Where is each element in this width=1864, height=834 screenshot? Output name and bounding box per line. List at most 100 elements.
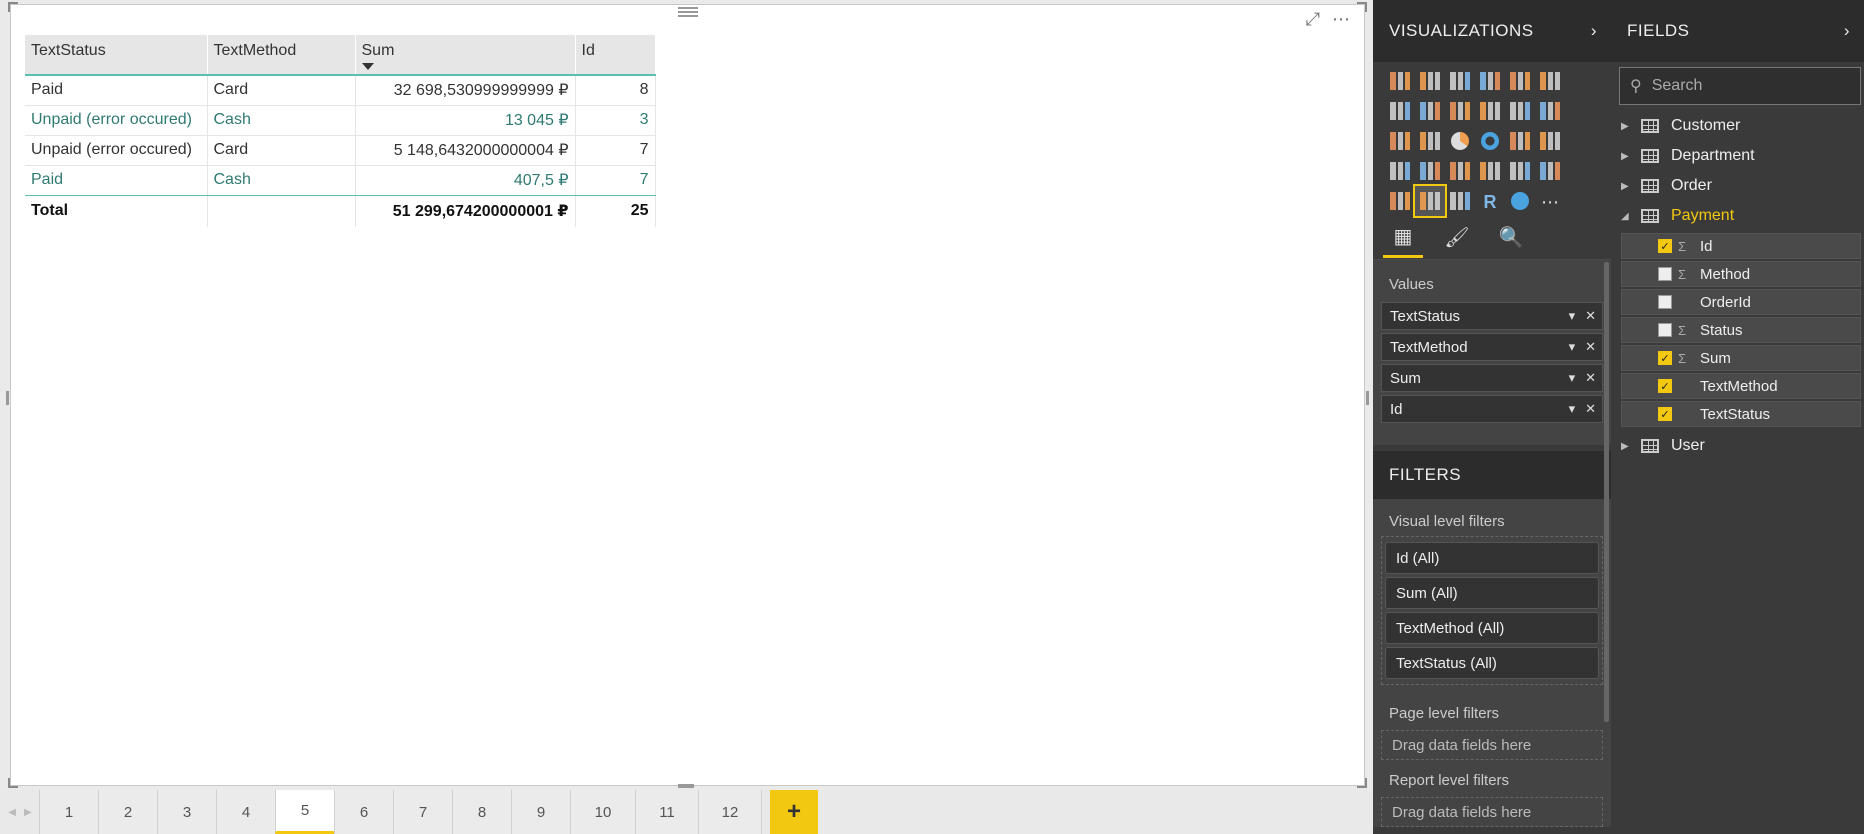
collapse-icon[interactable]: ◢	[1621, 211, 1635, 222]
page-tab[interactable]: 6	[334, 790, 394, 834]
field-item[interactable]: ✓ TextStatus	[1621, 401, 1861, 427]
scatter-icon[interactable]	[1415, 126, 1445, 156]
line-clustered-icon[interactable]	[1505, 96, 1535, 126]
checked-checkbox-icon[interactable]: ✓	[1658, 407, 1672, 421]
matrix-icon[interactable]	[1445, 186, 1475, 216]
map-icon[interactable]	[1535, 126, 1565, 156]
stacked-column-icon[interactable]	[1415, 66, 1445, 96]
close-icon[interactable]: ✕	[1585, 308, 1596, 324]
checked-checkbox-icon[interactable]: ✓	[1658, 239, 1672, 253]
page-tab[interactable]: 11	[635, 790, 699, 834]
chevron-right-icon[interactable]: ›	[1844, 21, 1850, 41]
stacked-bar-icon[interactable]	[1385, 66, 1415, 96]
expand-icon[interactable]: ▶	[1621, 121, 1635, 132]
filter-chip[interactable]: Sum (All)	[1385, 577, 1599, 609]
page-tab[interactable]: 9	[511, 790, 571, 834]
treemap-icon[interactable]	[1505, 126, 1535, 156]
expand-icon[interactable]: ▶	[1621, 151, 1635, 162]
table-row[interactable]: Paid Card 32 698,530999999999 ₽ 8	[25, 75, 656, 106]
analytics-magnifier-icon[interactable]: 🔍	[1491, 218, 1531, 258]
page-tab[interactable]: 7	[393, 790, 453, 834]
checkbox[interactable]	[1658, 323, 1672, 337]
resize-handle[interactable]	[8, 2, 18, 12]
field-item[interactable]: ✓ TextMethod	[1621, 373, 1861, 399]
page-tab[interactable]: 4	[216, 790, 276, 834]
close-icon[interactable]: ✕	[1585, 370, 1596, 386]
table-icon[interactable]	[1413, 184, 1447, 218]
checked-checkbox-icon[interactable]: ✓	[1658, 351, 1672, 365]
page-tab[interactable]: 8	[452, 790, 512, 834]
donut-icon[interactable]	[1475, 126, 1505, 156]
page-tab[interactable]: 1	[39, 790, 99, 834]
stacked-area-icon[interactable]	[1445, 96, 1475, 126]
chevron-right-icon[interactable]: ›	[1591, 21, 1597, 41]
fields-tab-icon[interactable]: ▦	[1383, 218, 1423, 258]
chevron-down-icon[interactable]: ▾	[1569, 401, 1576, 417]
waterfall-icon[interactable]	[1385, 126, 1415, 156]
globe-icon[interactable]	[1505, 186, 1535, 216]
r-script-icon[interactable]: R	[1475, 186, 1505, 216]
chevron-down-icon[interactable]: ▾	[1569, 370, 1576, 386]
filter-chip[interactable]: TextMethod (All)	[1385, 612, 1599, 644]
drag-grip[interactable]	[678, 7, 698, 9]
more-icon[interactable]: ⋯	[1535, 186, 1565, 216]
table-node-order[interactable]: ▶ Order	[1621, 171, 1864, 201]
table-node-user[interactable]: ▶ User	[1621, 431, 1864, 461]
field-item[interactable]: ✓ Σ Sum	[1621, 345, 1861, 371]
clustered-column-icon[interactable]	[1475, 66, 1505, 96]
card-icon[interactable]	[1475, 156, 1505, 186]
line-icon[interactable]	[1385, 96, 1415, 126]
table-node-customer[interactable]: ▶ Customer	[1621, 111, 1864, 141]
column-header[interactable]: TextMethod	[207, 35, 356, 76]
page-filter-dropzone[interactable]: Drag data fields here	[1381, 730, 1603, 760]
field-item[interactable]: ✓ Σ Id	[1621, 233, 1861, 259]
filled-map-icon[interactable]	[1385, 156, 1415, 186]
tab-scroll[interactable]: ◀ ▶	[0, 790, 40, 834]
side-handle[interactable]	[6, 391, 9, 405]
line-column-icon[interactable]	[1475, 96, 1505, 126]
filter-chip[interactable]: Id (All)	[1385, 542, 1599, 574]
expand-icon[interactable]: ▶	[1621, 181, 1635, 192]
page-tab[interactable]: 10	[570, 790, 636, 834]
gauge-icon[interactable]	[1445, 156, 1475, 186]
page-tab-active[interactable]: 5	[275, 790, 335, 834]
report-page[interactable]: ⤢ ⋯ TextStatus TextMethod Sum Id Paid Ca…	[6, 2, 1369, 788]
chevron-down-icon[interactable]: ▾	[1569, 339, 1576, 355]
chevron-right-icon[interactable]: ▶	[24, 807, 32, 818]
clustered-bar-icon[interactable]	[1445, 66, 1475, 96]
field-item[interactable]: Σ Method	[1621, 261, 1861, 287]
ribbon-icon[interactable]	[1535, 96, 1565, 126]
100-column-icon[interactable]	[1535, 66, 1565, 96]
funnel-icon[interactable]	[1415, 156, 1445, 186]
side-handle[interactable]	[678, 784, 694, 788]
table-node-department[interactable]: ▶ Department	[1621, 141, 1864, 171]
chevron-left-icon[interactable]: ◀	[8, 807, 16, 818]
checkbox[interactable]	[1658, 267, 1672, 281]
field-item[interactable]: OrderId	[1621, 289, 1861, 315]
value-well[interactable]: TextStatus ▾ ✕	[1381, 302, 1603, 330]
filter-chip[interactable]: TextStatus (All)	[1385, 647, 1599, 679]
kpi-icon[interactable]	[1535, 156, 1565, 186]
format-paint-roller-icon[interactable]: 🖌	[1437, 218, 1477, 258]
checkbox[interactable]	[1658, 295, 1672, 309]
table-row[interactable]: Unpaid (error occured) Cash 13 045 ₽ 3	[25, 105, 656, 136]
value-well[interactable]: Sum ▾ ✕	[1381, 364, 1603, 392]
side-handle[interactable]	[1366, 391, 1369, 405]
focus-mode-icon[interactable]: ⤢	[1306, 9, 1320, 30]
search-input[interactable]: ⚲ Search	[1619, 67, 1861, 105]
table-row[interactable]: Unpaid (error occured) Card 5 148,643200…	[25, 135, 656, 166]
value-well[interactable]: TextMethod ▾ ✕	[1381, 333, 1603, 361]
page-tab[interactable]: 3	[157, 790, 217, 834]
column-header[interactable]: Sum	[355, 35, 576, 76]
field-item[interactable]: Σ Status	[1621, 317, 1861, 343]
column-header[interactable]: TextStatus	[25, 35, 208, 76]
area-icon[interactable]	[1415, 96, 1445, 126]
resize-handle[interactable]	[1357, 778, 1367, 788]
close-icon[interactable]: ✕	[1585, 401, 1596, 417]
table-visual[interactable]: TextStatus TextMethod Sum Id Paid Card 3…	[25, 35, 656, 227]
100-bar-icon[interactable]	[1505, 66, 1535, 96]
value-well[interactable]: Id ▾ ✕	[1381, 395, 1603, 423]
table-node-payment[interactable]: ◢ Payment	[1621, 201, 1864, 231]
checked-checkbox-icon[interactable]: ✓	[1658, 379, 1672, 393]
report-filter-dropzone[interactable]: Drag data fields here	[1381, 797, 1603, 827]
